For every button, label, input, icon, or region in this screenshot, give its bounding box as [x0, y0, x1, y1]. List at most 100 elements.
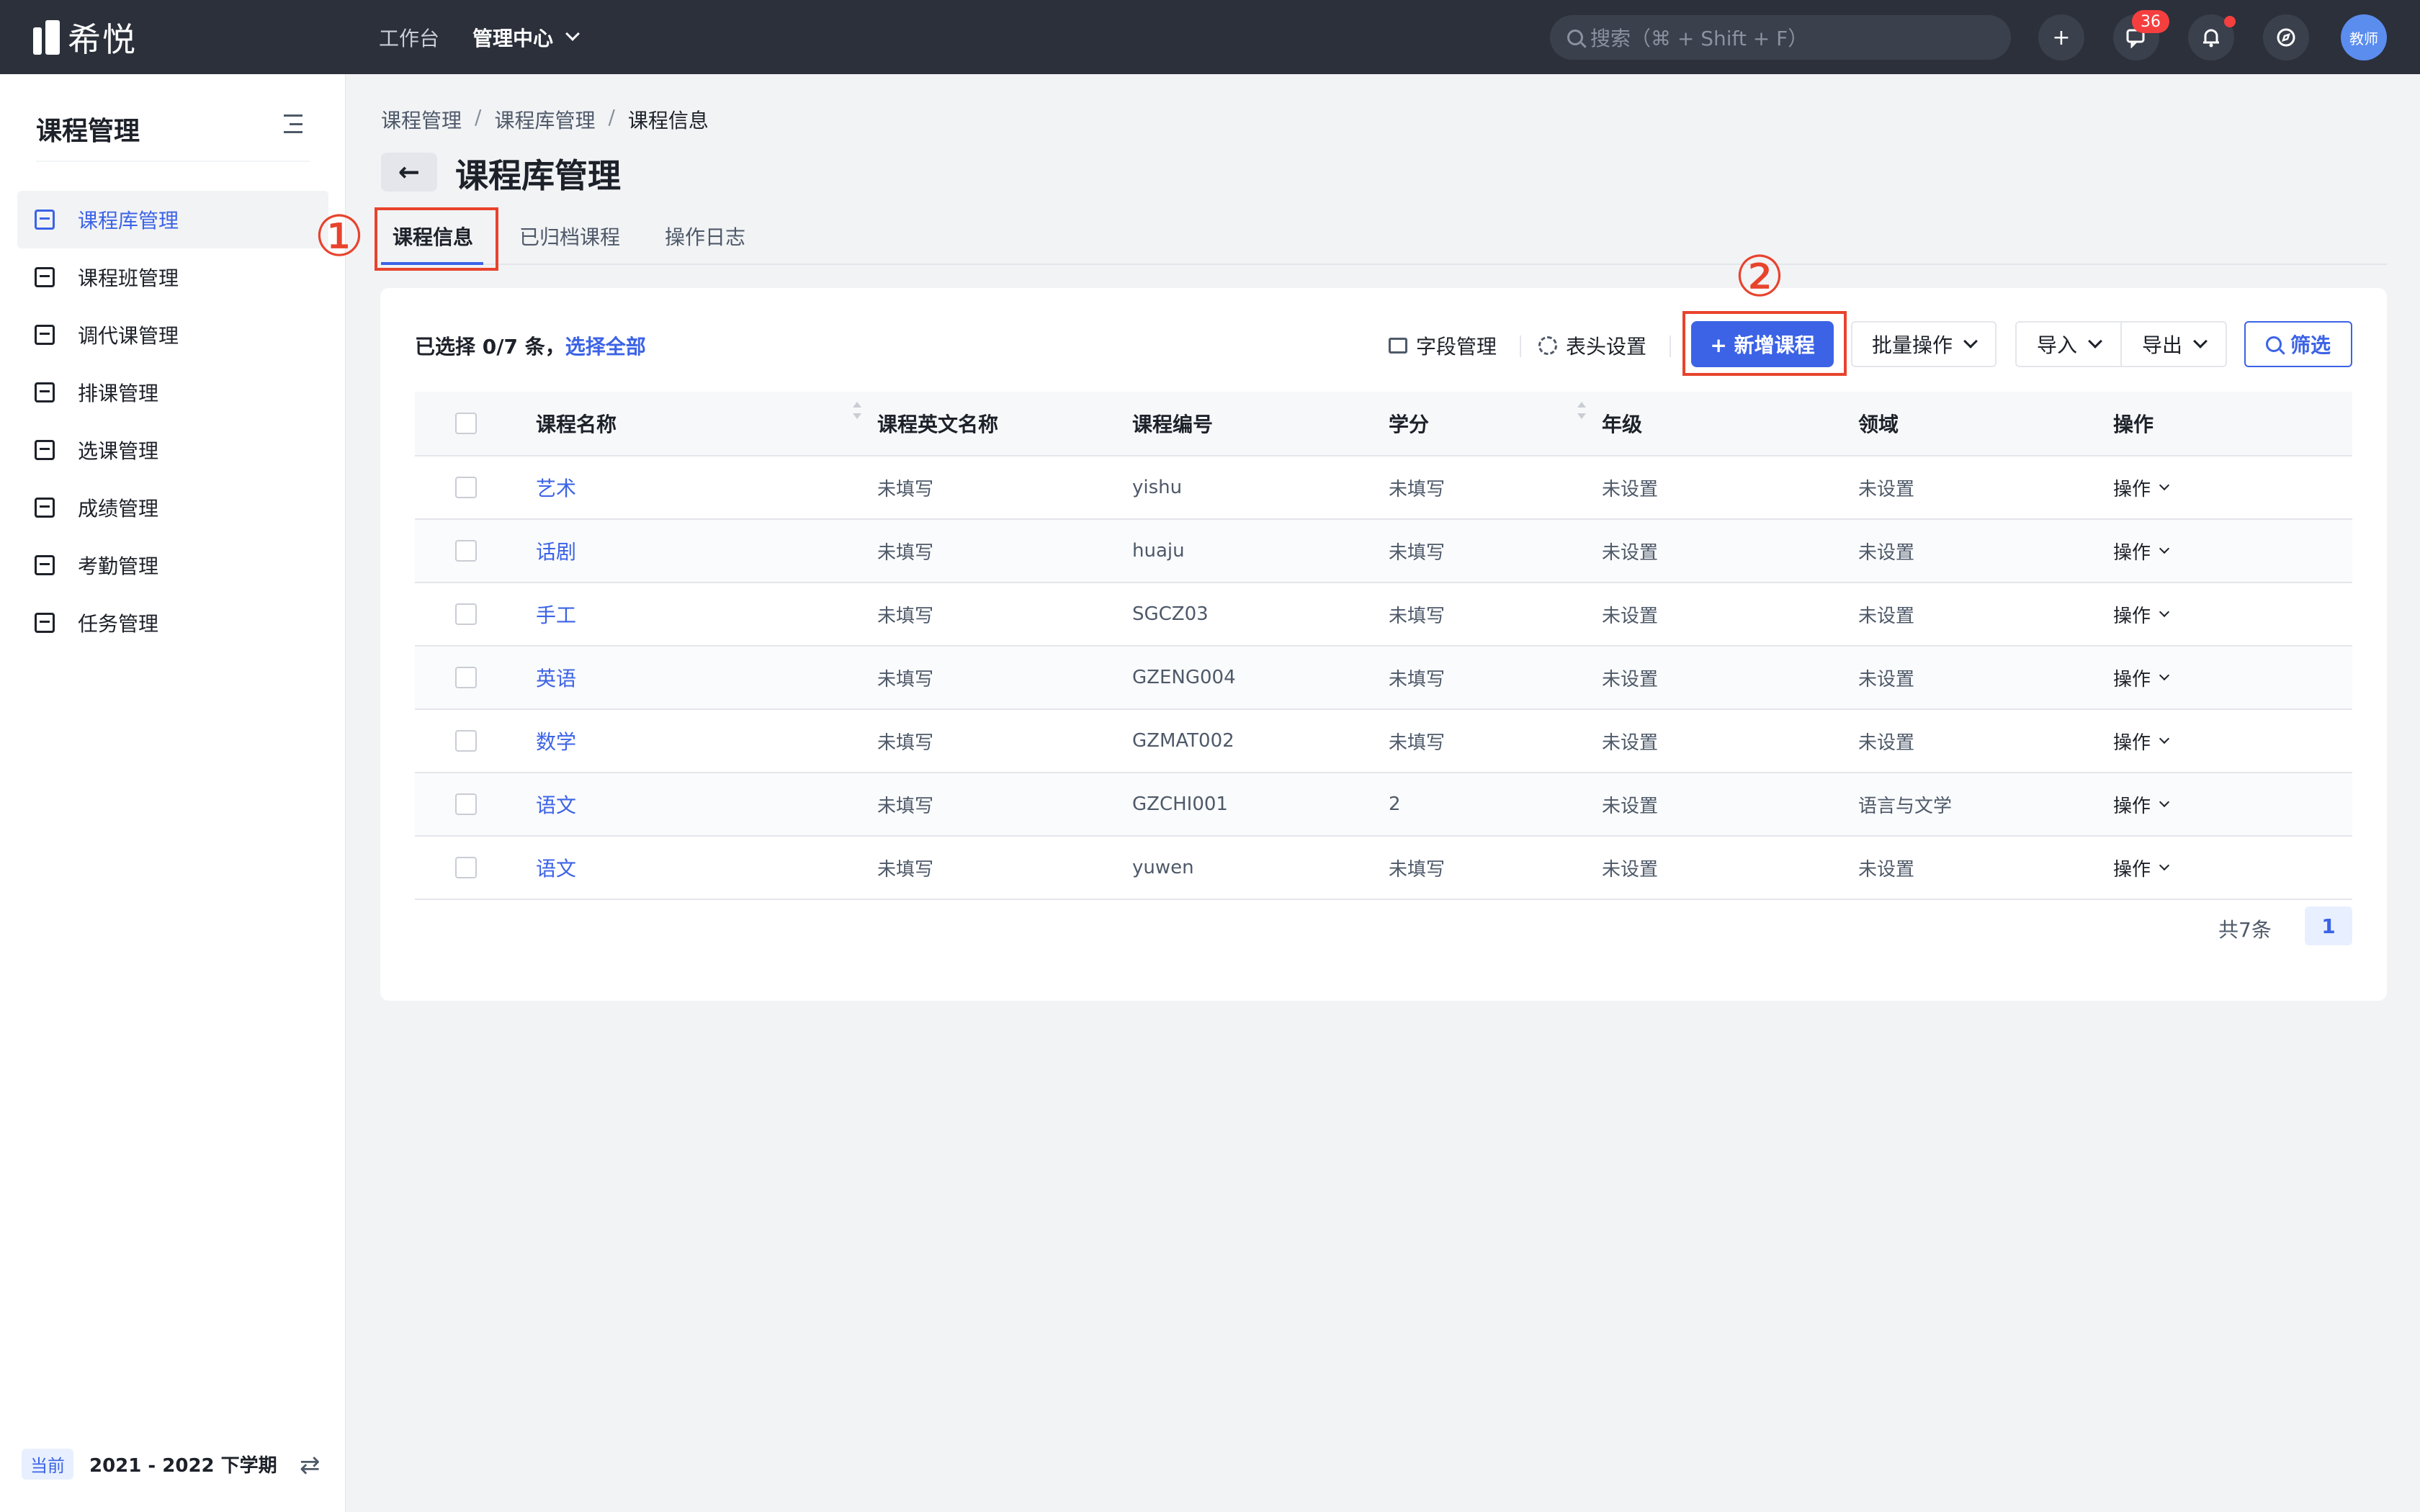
- breadcrumb-separator: /: [475, 105, 482, 129]
- sidebar-item-course-library[interactable]: 课程库管理: [17, 191, 328, 248]
- course-name-link[interactable]: 语文: [536, 853, 576, 882]
- row-checkbox[interactable]: [455, 667, 477, 688]
- row-action-dropdown[interactable]: 操作: [2113, 474, 2170, 501]
- breadcrumb-item[interactable]: 课程管理: [381, 105, 462, 134]
- course-name-link[interactable]: 艺术: [536, 473, 576, 502]
- table-row: 语文 未填写 yuwen 未填写 未设置 未设置 操作: [415, 837, 2352, 900]
- row-action-dropdown[interactable]: 操作: [2113, 665, 2170, 691]
- cell-en-name: 未填写: [877, 541, 934, 564]
- header-settings-label: 表头设置: [1566, 335, 1647, 359]
- tab-bar: 课程信息 已归档课程 操作日志: [381, 213, 2387, 265]
- cell-name: 数学: [536, 726, 877, 755]
- app-center-button[interactable]: [2263, 14, 2309, 60]
- collapse-sidebar-icon[interactable]: [284, 114, 302, 133]
- message-count-badge: 36: [2132, 10, 2169, 33]
- cell-name: 英语: [536, 663, 877, 692]
- sidebar-item-tasks[interactable]: 任务管理: [17, 594, 328, 652]
- column-header-name[interactable]: 课程名称: [536, 402, 877, 438]
- row-action-dropdown[interactable]: 操作: [2113, 601, 2170, 628]
- sidebar-item-grades[interactable]: 成绩管理: [17, 479, 328, 536]
- global-search[interactable]: 搜索（⌘ + Shift + F）: [1550, 15, 2011, 60]
- avatar[interactable]: 教师: [2341, 14, 2387, 60]
- sidebar-item-attendance[interactable]: 考勤管理: [17, 536, 328, 594]
- row-checkbox-cell: [415, 603, 536, 625]
- swap-icon[interactable]: ⇄: [300, 1451, 321, 1480]
- table-row: 话剧 未填写 huaju 未填写 未设置 未设置 操作: [415, 520, 2352, 583]
- library-icon: [35, 210, 55, 230]
- tab-archived-courses[interactable]: 已归档课程: [519, 222, 620, 251]
- term-switcher[interactable]: 当前 2021 - 2022 下学期 ⇄: [22, 1442, 324, 1485]
- cell-field: 未设置: [1858, 732, 1915, 754]
- cell-field: 未设置: [1858, 858, 1915, 881]
- row-checkbox[interactable]: [455, 730, 477, 752]
- checklist-icon: [35, 440, 55, 460]
- cell-grade: 未设置: [1602, 795, 1659, 817]
- row-action-dropdown[interactable]: 操作: [2113, 791, 2170, 818]
- row-checkbox[interactable]: [455, 857, 477, 878]
- select-all-checkbox[interactable]: [455, 413, 477, 434]
- filter-button[interactable]: 筛选: [2244, 321, 2352, 367]
- breadcrumb-item[interactable]: 课程库管理: [494, 105, 595, 134]
- course-name-link[interactable]: 语文: [536, 790, 576, 819]
- sidebar-item-schedule[interactable]: 排课管理: [17, 364, 328, 421]
- cell-grade: 未设置: [1602, 858, 1659, 881]
- chevron-down-icon: [2088, 334, 2102, 348]
- class-icon: [35, 267, 55, 287]
- chevron-down-icon: [2159, 480, 2170, 491]
- course-name-link[interactable]: 话剧: [536, 536, 576, 565]
- row-action-dropdown[interactable]: 操作: [2113, 538, 2170, 564]
- annotation-marker-1: ①: [314, 204, 364, 269]
- sidebar-item-course-class[interactable]: 课程班管理: [17, 248, 328, 306]
- cell-code: yuwen: [1132, 857, 1194, 878]
- cell-actions: 操作: [2113, 665, 2352, 691]
- cell-grade: 未设置: [1602, 478, 1659, 500]
- cell-credit: 未填写: [1389, 541, 1446, 564]
- select-all-link[interactable]: 选择全部: [565, 335, 646, 359]
- content-card: 已选择 0/7 条，选择全部 字段管理 表头设置 + 新增课程 批量操作 导入 …: [380, 288, 2387, 1001]
- filter-label: 筛选: [2290, 333, 2331, 357]
- batch-ops-label: 批量操作: [1871, 333, 1953, 357]
- sort-icon[interactable]: [1576, 400, 1587, 420]
- cell-actions: 操作: [2113, 855, 2352, 881]
- row-checkbox[interactable]: [455, 477, 477, 498]
- column-header-field: 领域: [1858, 409, 2113, 438]
- header-settings-button[interactable]: 表头设置: [1538, 331, 1646, 360]
- cell-name: 语文: [536, 853, 877, 882]
- import-dropdown[interactable]: 导入: [2015, 321, 2122, 367]
- pagination-total: 共7条: [2218, 918, 2272, 942]
- cell-actions: 操作: [2113, 538, 2352, 564]
- nav-workbench[interactable]: 工作台: [379, 0, 439, 74]
- logo[interactable]: 希悦: [33, 17, 137, 59]
- batch-ops-dropdown[interactable]: 批量操作: [1851, 321, 1996, 367]
- pagination-page-1[interactable]: 1: [2305, 906, 2352, 945]
- cell-field: 未设置: [1858, 541, 1915, 564]
- back-button[interactable]: ←: [381, 153, 437, 192]
- search-icon: [2265, 336, 2282, 352]
- course-name-link[interactable]: 手工: [536, 600, 576, 629]
- tab-operation-log[interactable]: 操作日志: [665, 222, 745, 251]
- export-dropdown[interactable]: 导出: [2120, 321, 2227, 367]
- course-name-link[interactable]: 数学: [536, 726, 576, 755]
- toolbar-divider: [1670, 336, 1671, 357]
- row-action-dropdown[interactable]: 操作: [2113, 728, 2170, 755]
- sidebar-item-substitute[interactable]: 调代课管理: [17, 306, 328, 364]
- row-checkbox-cell: [415, 857, 536, 878]
- cell-credit: 2: [1389, 793, 1401, 815]
- row-checkbox[interactable]: [455, 540, 477, 562]
- column-header-credit[interactable]: 学分: [1389, 402, 1602, 438]
- grades-icon: [35, 498, 55, 518]
- cell-en-name: 未填写: [877, 478, 934, 500]
- table-row: 数学 未填写 GZMAT002 未填写 未设置 未设置 操作: [415, 710, 2352, 773]
- cell-grade: 未设置: [1602, 541, 1659, 564]
- row-checkbox[interactable]: [455, 793, 477, 815]
- row-checkbox-cell: [415, 540, 536, 562]
- selection-info: 已选择 0/7 条，选择全部: [415, 331, 646, 360]
- course-name-link[interactable]: 英语: [536, 663, 576, 692]
- field-manage-button[interactable]: 字段管理: [1389, 331, 1497, 360]
- row-checkbox[interactable]: [455, 603, 477, 625]
- sidebar-item-course-selection[interactable]: 选课管理: [17, 421, 328, 479]
- add-button[interactable]: +: [2038, 14, 2084, 60]
- row-action-dropdown[interactable]: 操作: [2113, 855, 2170, 881]
- sort-icon[interactable]: [851, 400, 863, 420]
- nav-management-center[interactable]: 管理中心: [472, 0, 580, 74]
